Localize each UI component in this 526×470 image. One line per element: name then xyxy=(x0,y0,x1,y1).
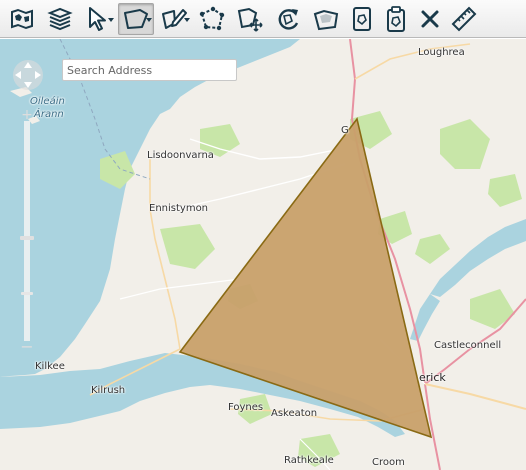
place-label: Kilrush xyxy=(91,385,126,396)
paste-shape-button[interactable] xyxy=(380,3,412,35)
place-label: G xyxy=(341,125,349,136)
delete-button[interactable] xyxy=(414,3,446,35)
map-layers-button[interactable] xyxy=(4,3,40,35)
place-label: Rathkeale xyxy=(284,455,334,466)
measure-ruler-icon xyxy=(451,6,477,31)
place-label: Oileáin xyxy=(30,96,65,107)
chevron-down-icon xyxy=(146,17,152,22)
rotate-shape-icon xyxy=(278,8,299,30)
reshape-icon xyxy=(199,6,225,30)
copy-shape-icon xyxy=(353,6,371,31)
place-label: erick xyxy=(419,371,446,384)
place-label: Castleconnell xyxy=(434,340,502,351)
zoom-out-icon: − xyxy=(20,337,33,356)
search-address-input[interactable] xyxy=(62,59,237,81)
place-label: Lisdoonvarna xyxy=(147,150,214,161)
place-label: Árann xyxy=(34,109,64,120)
zoom-handle[interactable] xyxy=(20,236,34,240)
place-label: Kilkee xyxy=(35,361,65,372)
map-toolbar xyxy=(0,0,526,38)
measure-ruler-button[interactable] xyxy=(448,3,480,35)
shape-clipboard-button[interactable] xyxy=(308,3,344,35)
zoom-in-icon: + xyxy=(21,107,33,123)
drawn-polygon[interactable] xyxy=(178,117,433,439)
lough-derg-south xyxy=(410,294,440,341)
reshape-button[interactable] xyxy=(194,3,230,35)
place-label: Ennistymon xyxy=(149,203,209,214)
place-label: Loughrea xyxy=(418,47,465,58)
select-pointer-button[interactable] xyxy=(80,3,116,35)
draw-polygon-button[interactable] xyxy=(118,2,154,35)
lough-derg xyxy=(430,219,526,297)
stack-button[interactable] xyxy=(42,3,78,35)
place-label: Foynes xyxy=(228,402,264,413)
map-layers-icon xyxy=(11,8,33,29)
paste-shape-icon xyxy=(387,5,405,32)
chevron-down-icon xyxy=(184,17,190,22)
place-label: Croom xyxy=(372,457,405,468)
stack-icon xyxy=(47,7,73,30)
edit-shape-button[interactable] xyxy=(156,3,192,35)
move-shape-button[interactable] xyxy=(232,3,268,35)
pan-control[interactable] xyxy=(12,59,44,91)
place-label: Askeaton xyxy=(271,408,318,419)
rotate-shape-button[interactable] xyxy=(270,3,306,35)
move-shape-icon xyxy=(237,7,263,32)
delete-icon xyxy=(421,10,439,27)
copy-shape-button[interactable] xyxy=(346,3,378,35)
shape-clipboard-icon xyxy=(313,9,339,30)
chevron-down-icon xyxy=(108,17,114,22)
zoom-slider[interactable]: + − xyxy=(17,107,37,357)
map-canvas[interactable]: Loughrea Oileáin Árann G Lisdoonvarna En… xyxy=(0,39,526,470)
